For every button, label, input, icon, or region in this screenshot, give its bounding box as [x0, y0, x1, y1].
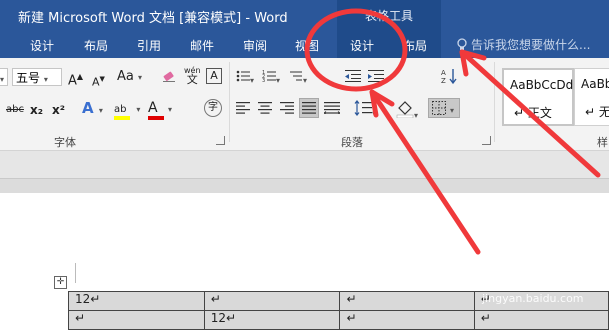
arrow-from-right — [459, 49, 601, 178]
arrow-from-bottom — [369, 89, 481, 255]
watermark-text: Bai 经验 — [505, 260, 572, 279]
highlight-circle — [304, 8, 408, 92]
watermark: Bai 经验 jingyan.baidu.com — [470, 250, 605, 324]
watermark-url: jingyan.baidu.com — [482, 292, 584, 305]
paw-logo-icon — [477, 254, 497, 276]
